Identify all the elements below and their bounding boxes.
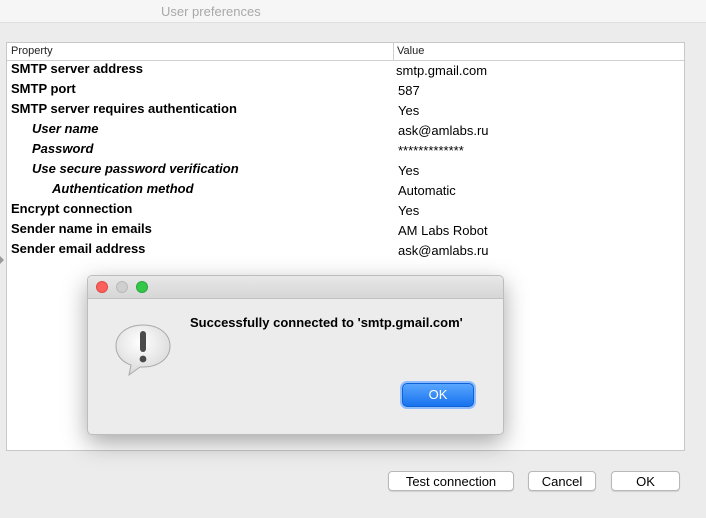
table-row[interactable]: SMTP server address smtp.gmail.com: [7, 61, 684, 81]
ok-button[interactable]: OK: [611, 471, 680, 491]
dialog-titlebar: [88, 276, 503, 299]
table-row[interactable]: SMTP port 587: [7, 81, 684, 101]
column-header-property[interactable]: Property: [11, 45, 53, 57]
property-cell: Password: [32, 141, 94, 156]
table-row[interactable]: Sender email address ask@amlabs.ru: [7, 241, 684, 261]
property-cell: SMTP server requires authentication: [11, 101, 237, 116]
dialog-ok-button[interactable]: OK: [402, 383, 474, 407]
table-row[interactable]: Password *************: [7, 141, 684, 161]
window-titlebar: User preferences: [0, 0, 706, 23]
value-cell: ask@amlabs.ru: [398, 123, 489, 138]
collapse-arrow-icon: [0, 256, 4, 264]
test-connection-button[interactable]: Test connection: [388, 471, 514, 491]
value-cell: smtp.gmail.com: [396, 63, 488, 78]
value-cell: AM Labs Robot: [398, 223, 488, 238]
table-row[interactable]: Use secure password verification Yes: [7, 161, 684, 181]
value-cell: Yes: [398, 163, 420, 178]
value-cell: 587: [398, 83, 420, 98]
table-row[interactable]: Sender name in emails AM Labs Robot: [7, 221, 684, 241]
value-cell: Yes: [398, 103, 420, 118]
column-divider[interactable]: [393, 43, 394, 60]
property-cell: Sender email address: [11, 241, 146, 256]
cancel-button[interactable]: Cancel: [528, 471, 596, 491]
property-cell: Use secure password verification: [32, 161, 239, 176]
value-cell: Automatic: [398, 183, 456, 198]
value-cell: *************: [398, 143, 464, 158]
dialog-message: Successfully connected to 'smtp.gmail.co…: [190, 315, 463, 330]
table-row[interactable]: User name ask@amlabs.ru: [7, 121, 684, 141]
value-cell: Yes: [398, 203, 420, 218]
property-cell: SMTP port: [11, 81, 76, 96]
column-header-value[interactable]: Value: [397, 45, 424, 57]
alert-icon: [115, 324, 171, 377]
zoom-window-icon[interactable]: [136, 281, 148, 293]
table-row[interactable]: Encrypt connection Yes: [7, 201, 684, 221]
close-window-icon[interactable]: [96, 281, 108, 293]
table-header: Property Value: [7, 43, 684, 61]
property-cell: Sender name in emails: [11, 221, 152, 236]
property-cell: Encrypt connection: [11, 201, 133, 216]
minimize-window-icon[interactable]: [116, 281, 128, 293]
table-row[interactable]: SMTP server requires authentication Yes: [7, 101, 684, 121]
property-cell: SMTP server address: [11, 61, 143, 76]
value-cell: ask@amlabs.ru: [398, 243, 489, 258]
window-title: User preferences: [161, 4, 261, 19]
property-cell: Authentication method: [52, 181, 194, 196]
alert-dialog: Successfully connected to 'smtp.gmail.co…: [87, 275, 504, 435]
property-cell: User name: [32, 121, 99, 136]
table-row[interactable]: Authentication method Automatic: [7, 181, 684, 201]
